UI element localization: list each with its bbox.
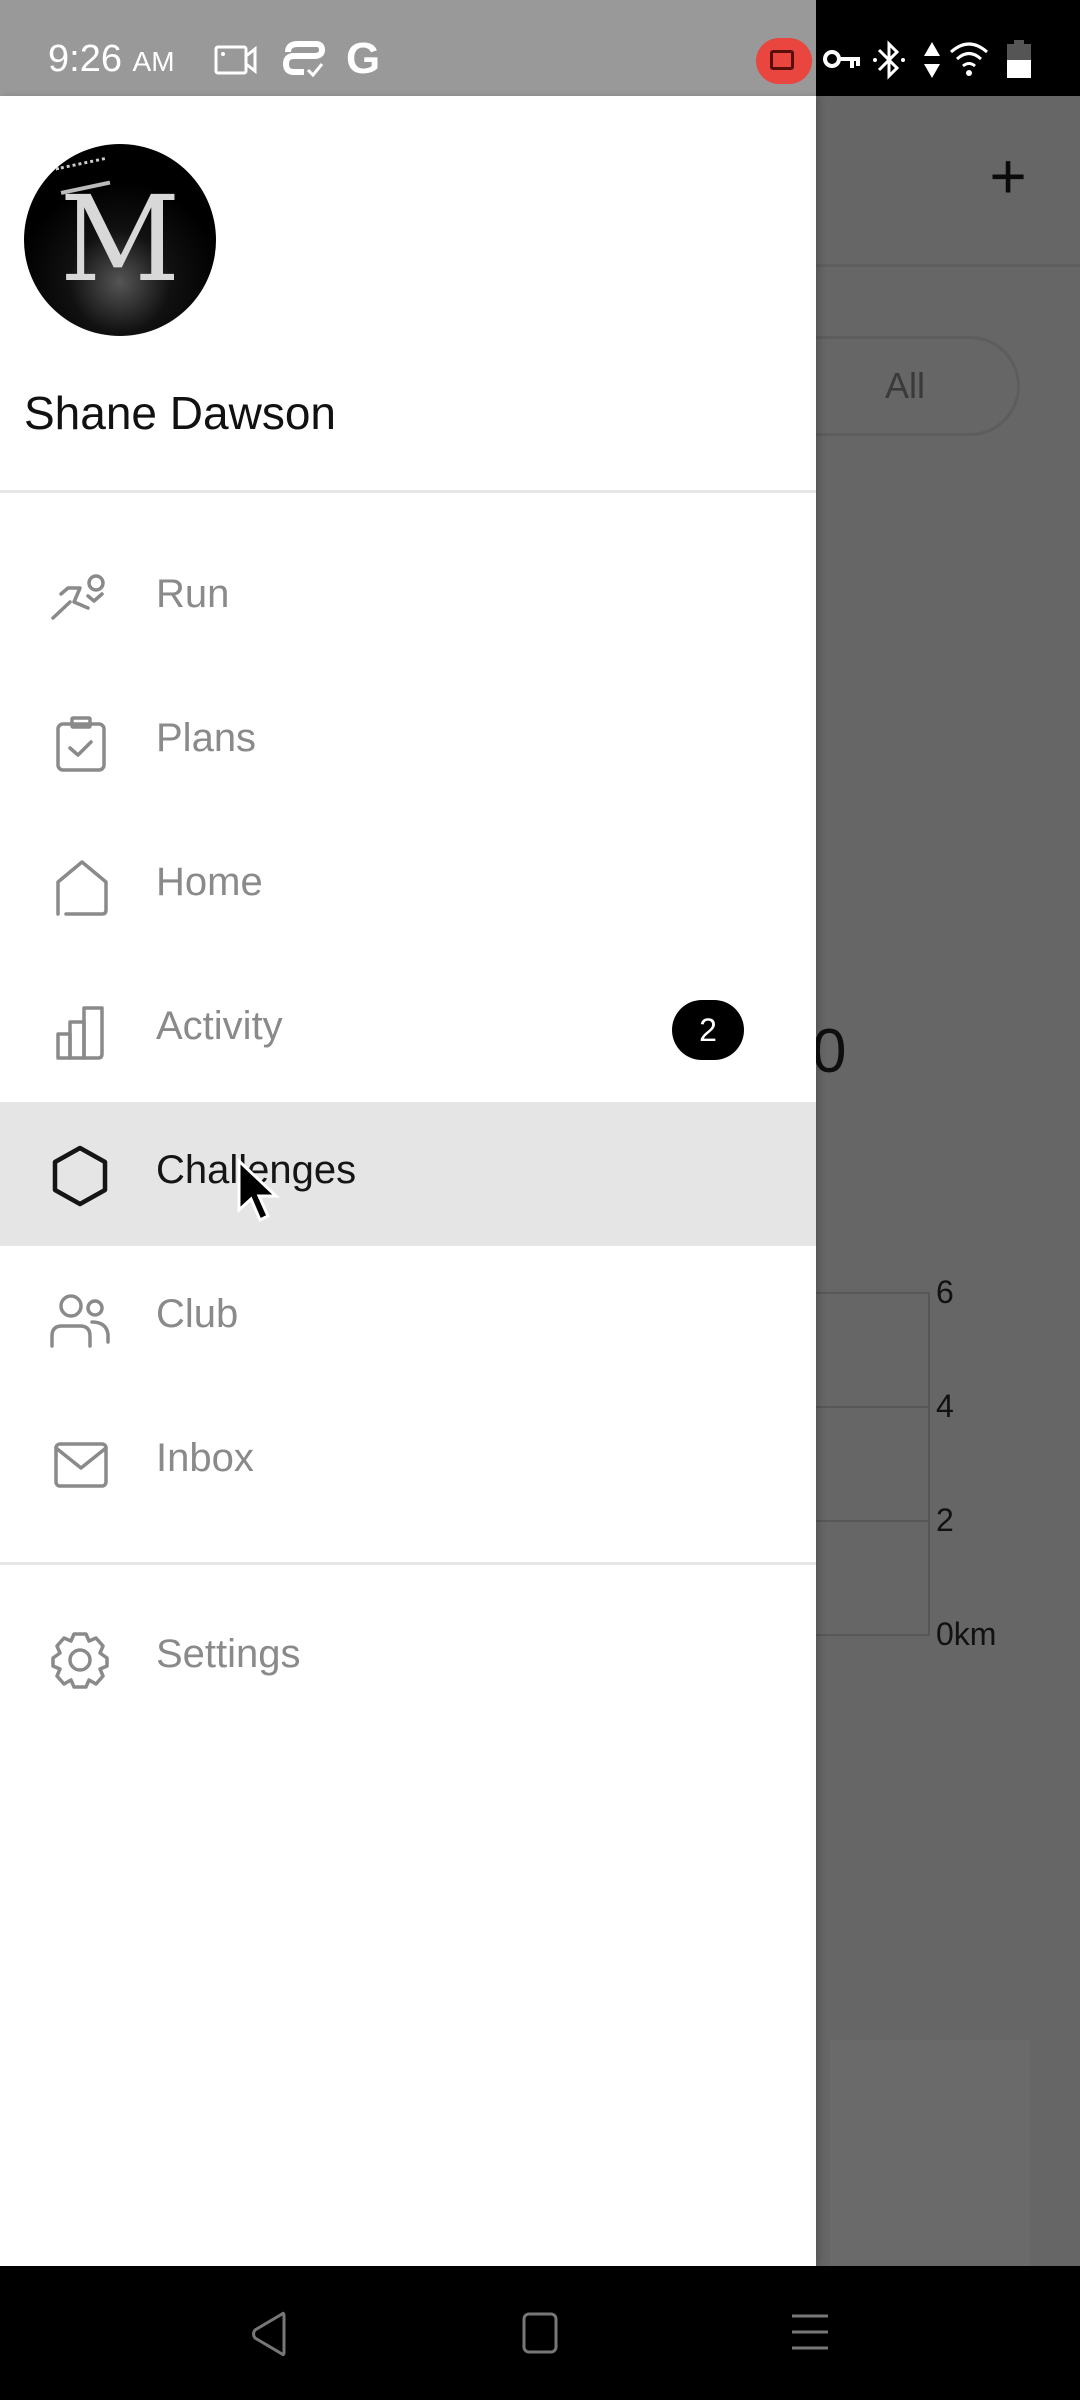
menu-label-activity: Activity (156, 1004, 283, 1048)
screen-record-icon (214, 45, 257, 75)
distance-chart (816, 1292, 930, 1636)
total-distance-value: 0 (812, 1017, 847, 1086)
hexagon-icon (48, 1144, 112, 1208)
battery-icon (1007, 40, 1031, 78)
system-nav-bar (0, 2266, 1080, 2400)
bluetooth-icon (873, 40, 905, 80)
menu-item-settings[interactable]: Settings (0, 1586, 816, 1730)
menu-item-run[interactable]: Run (0, 526, 816, 670)
vpn-key-icon (823, 50, 860, 68)
divider (0, 490, 816, 493)
activity-card (830, 2040, 1030, 2266)
home-icon (48, 856, 112, 920)
user-name[interactable]: Shane Dawson (24, 386, 336, 440)
chart-gridline (816, 1292, 930, 1294)
mouse-cursor-icon (237, 1158, 280, 1223)
divider (0, 1562, 816, 1565)
menu-label-home: Home (156, 860, 263, 904)
avatar[interactable]: M (24, 144, 216, 336)
home-nav-icon[interactable] (510, 2306, 570, 2362)
menu-item-inbox[interactable]: Inbox (0, 1390, 816, 1534)
data-arrows-icon (924, 42, 940, 78)
menu-item-club[interactable]: Club (0, 1246, 816, 1390)
recents-icon[interactable] (780, 2306, 840, 2362)
menu-label-plans: Plans (156, 716, 257, 760)
chart-tick: 2 (936, 1502, 954, 1538)
wifi-icon (950, 42, 988, 76)
clipboard-check-icon (48, 712, 112, 776)
recording-active-icon (756, 38, 812, 84)
navigation-drawer: M Shane Dawson Run Plans Home Activity 2… (0, 96, 816, 2266)
runner-icon (48, 568, 112, 632)
header-divider (816, 264, 1080, 267)
bar-chart-icon (48, 1000, 112, 1064)
menu-item-plans[interactable]: Plans (0, 670, 816, 814)
clock: 9:26 AM (48, 38, 175, 80)
people-icon (48, 1288, 112, 1352)
chart-tick: 4 (936, 1388, 954, 1424)
chart-gridline (816, 1520, 930, 1522)
menu-label-inbox: Inbox (156, 1436, 254, 1480)
google-icon: G (346, 34, 381, 83)
back-icon[interactable] (238, 2306, 298, 2362)
filter-all-label: All (884, 365, 925, 406)
menu-label-run: Run (156, 572, 230, 616)
menu-item-home[interactable]: Home (0, 814, 816, 958)
status-bar: 9:26 AM G (0, 0, 1080, 96)
sync-icon (282, 41, 326, 78)
chart-tick: 0km (936, 1616, 997, 1652)
envelope-icon (48, 1432, 112, 1496)
gear-icon (48, 1628, 112, 1692)
menu-item-activity[interactable]: Activity 2 (0, 958, 816, 1102)
chart-gridline (816, 1406, 930, 1408)
menu-item-challenges[interactable]: Challenges (0, 1102, 816, 1246)
add-button[interactable]: + (980, 144, 1036, 208)
chart-gridline (816, 1634, 930, 1636)
activity-count-badge: 2 (672, 1000, 744, 1060)
menu-label-club: Club (156, 1292, 239, 1336)
chart-tick: 6 (936, 1274, 954, 1310)
menu-label-settings: Settings (156, 1632, 301, 1676)
